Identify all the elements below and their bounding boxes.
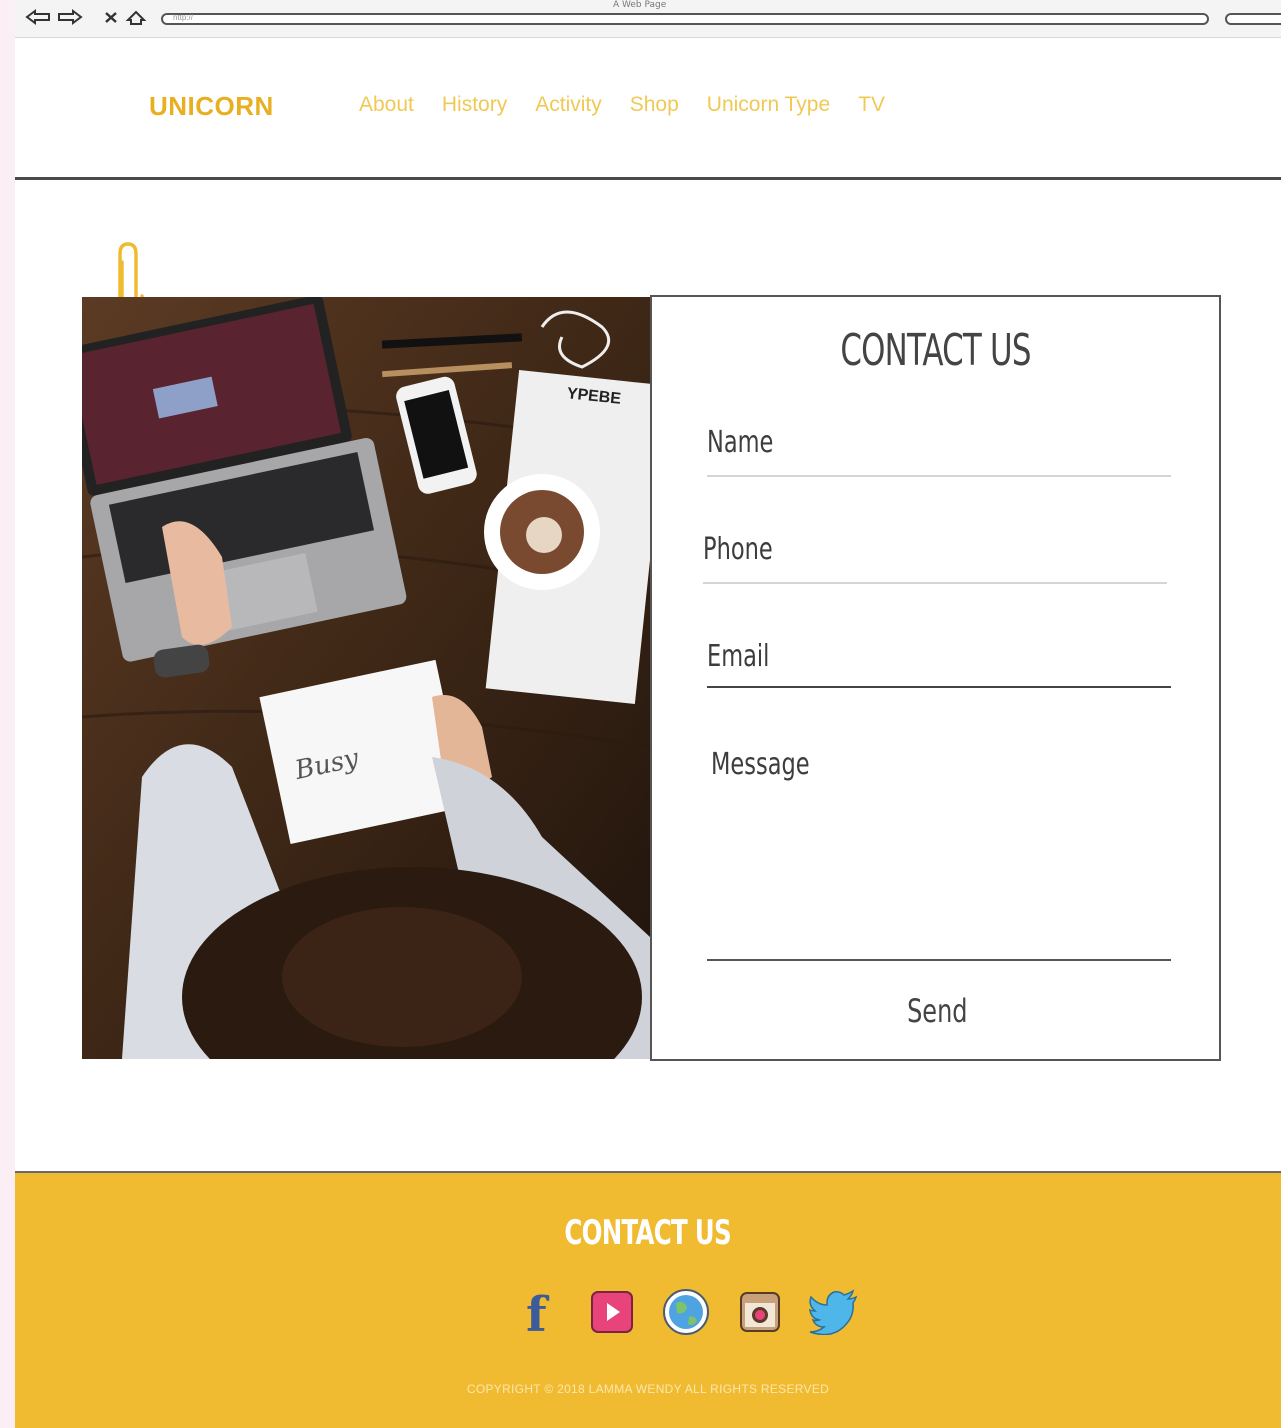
copyright-text: COPYRIGHT © 2018 LAMMA WENDY ALL RIGHTS … (466, 1382, 830, 1396)
send-button-label: Send (906, 992, 968, 1030)
nav-unicorn-type[interactable]: Unicorn Type (707, 93, 830, 117)
address-bar-placeholder: http:// (173, 13, 194, 22)
name-field[interactable]: Name (707, 425, 1171, 485)
globe-icon[interactable] (660, 1286, 712, 1338)
home-icon[interactable] (125, 8, 147, 26)
forward-arrow-icon[interactable] (57, 8, 83, 26)
phone-underline (703, 582, 1167, 584)
back-arrow-icon[interactable] (25, 8, 51, 26)
footer-title-text: CONTACT US (564, 1213, 732, 1253)
name-underline (707, 475, 1171, 477)
svg-text:f: f (526, 1287, 550, 1337)
nav-history[interactable]: History (442, 93, 507, 117)
desk-photo: YPEBE Busy (82, 297, 650, 1059)
message-underline (707, 959, 1171, 961)
email-underline (707, 686, 1171, 688)
youtube-icon[interactable] (586, 1286, 638, 1338)
footer-title: CONTACT US (15, 1213, 1281, 1253)
site-header: UNICORN About History Activity Shop Unic… (15, 38, 1281, 180)
phone-field[interactable]: Phone (703, 532, 1167, 592)
nav-about[interactable]: About (359, 93, 414, 117)
address-bar[interactable]: http:// (161, 13, 1209, 25)
close-icon[interactable] (103, 8, 119, 26)
instagram-icon[interactable] (734, 1286, 786, 1338)
social-links: f (512, 1286, 860, 1338)
window-title: A Web Page (613, 0, 667, 10)
site-footer: CONTACT US f COPYRIGHT © 2018 LAMMA WEND… (15, 1171, 1281, 1428)
message-field[interactable]: Message (707, 747, 1175, 967)
send-button[interactable]: Send (882, 987, 992, 1035)
site-logo[interactable]: UNICORN (149, 91, 274, 122)
main-nav: About History Activity Shop Unicorn Type… (359, 93, 913, 117)
nav-shop[interactable]: Shop (630, 93, 679, 117)
email-field[interactable]: Email (707, 639, 1171, 699)
twitter-icon[interactable] (808, 1286, 860, 1338)
browser-toolbar: http:// A Web Page (15, 0, 1281, 38)
nav-activity[interactable]: Activity (535, 93, 602, 117)
contact-form: CONTACT US Name Phone Email Message Send (650, 295, 1221, 1061)
browser-search-field[interactable] (1225, 13, 1281, 25)
facebook-icon[interactable]: f (512, 1286, 564, 1338)
browser-window: http:// A Web Page UNICORN About History… (15, 0, 1281, 1428)
contact-form-title: CONTACT US (840, 325, 1031, 376)
nav-tv[interactable]: TV (858, 93, 885, 117)
